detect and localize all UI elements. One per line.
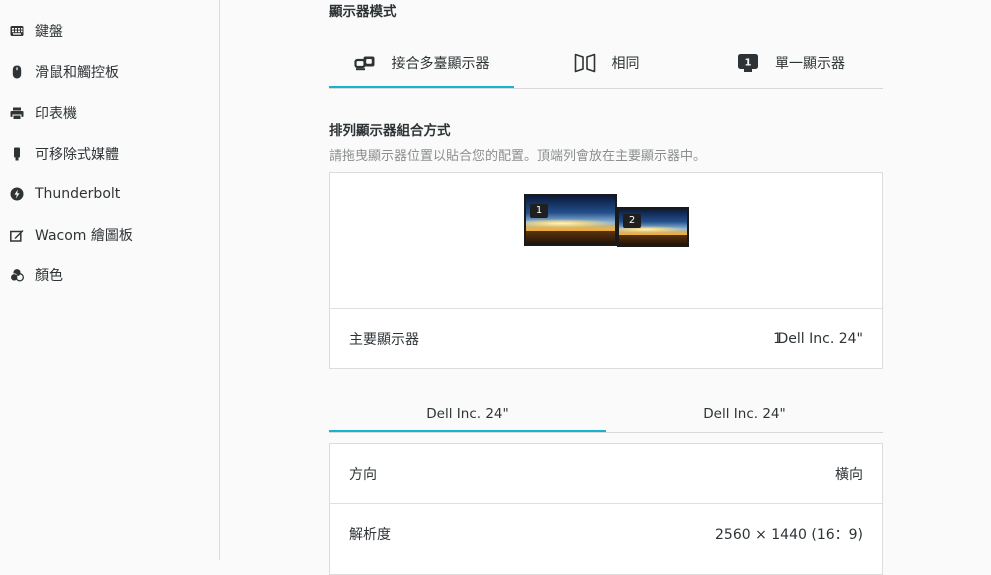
resolution-value: 2560 × 1440 (16：9) [715, 526, 863, 543]
arrange-displays-frame: 1 2 主要顯示器 1 Dell Inc. 24" [329, 172, 883, 369]
orientation-row[interactable]: 方向 橫向 [330, 444, 882, 503]
join-displays-icon [353, 55, 376, 71]
display-mode-tabs: 接合多臺顯示器 相同 1 單一顯示器 [329, 38, 883, 89]
sidebar-item-thunderbolt[interactable]: Thunderbolt [0, 174, 219, 214]
primary-display-label: 主要顯示器 [349, 331, 419, 348]
tab-display-1[interactable]: Dell Inc. 24" [329, 397, 606, 432]
arrange-subtitle: 請拖曳顯示器位置以貼合您的配置。頂端列會放在主要顯示器中。 [329, 149, 707, 164]
tab-label: 接合多臺顯示器 [391, 55, 490, 72]
sidebar-item-label: 鍵盤 [35, 24, 63, 40]
sidebar-item-label: Thunderbolt [35, 186, 121, 202]
display-arrangement-canvas: 1 2 [330, 173, 882, 309]
sidebar-item-label: 顏色 [35, 268, 63, 284]
sidebar-item-printers[interactable]: 印表機 [0, 93, 219, 133]
orientation-label: 方向 [349, 466, 377, 483]
primary-display-value: Dell Inc. 24" [777, 330, 863, 347]
sidebar-item-color[interactable]: 顏色 [0, 255, 219, 295]
display-mode-title: 顯示器模式 [329, 4, 397, 20]
sidebar-item-wacom-tablet[interactable]: Wacom 繪圖板 [0, 215, 219, 255]
mirror-icon [574, 53, 596, 73]
resolution-label: 解析度 [349, 526, 391, 543]
tab-label: 單一顯示器 [775, 55, 845, 72]
monitor-2-preview[interactable]: 2 [617, 207, 689, 247]
sidebar-item-label: Wacom 繪圖板 [35, 228, 133, 244]
primary-display-row[interactable]: 主要顯示器 1 Dell Inc. 24" [330, 309, 882, 368]
sidebar-item-mouse-touchpad[interactable]: 滑鼠和觸控板 [0, 52, 219, 92]
display-settings-frame: 方向 橫向 解析度 2560 × 1440 (16：9) [329, 443, 883, 575]
thunderbolt-icon [10, 187, 24, 201]
printer-icon [10, 106, 24, 120]
tab-label: 相同 [611, 55, 640, 72]
tab-display-2[interactable]: Dell Inc. 24" [606, 397, 883, 431]
orientation-value: 橫向 [835, 466, 863, 483]
display-selector-tabs: Dell Inc. 24" Dell Inc. 24" [329, 397, 883, 433]
monitor-number-badge: 1 [530, 204, 548, 218]
sidebar: 鍵盤 滑鼠和觸控板 印表機 可移除式媒體 Thunderbolt Wacom 繪… [0, 0, 220, 560]
sidebar-item-label: 印表機 [35, 106, 77, 122]
sidebar-item-keyboard[interactable]: 鍵盤 [0, 11, 219, 51]
tab-mirror[interactable]: 相同 [514, 38, 699, 87]
tab-single-display[interactable]: 1 單一顯示器 [699, 38, 883, 87]
monitor-1-preview[interactable]: 1 [524, 194, 617, 246]
main-panel: 顯示器模式 接合多臺顯示器 相同 1 單一顯示器 排列顯示器組合方式 請拖曳顯示… [220, 0, 991, 575]
color-icon [10, 268, 24, 282]
sidebar-item-label: 滑鼠和觸控板 [35, 65, 119, 81]
sidebar-item-label: 可移除式媒體 [35, 147, 119, 163]
arrange-title: 排列顯示器組合方式 [329, 123, 451, 139]
wacom-tablet-icon [10, 228, 24, 242]
resolution-row[interactable]: 解析度 2560 × 1440 (16：9) [330, 503, 882, 563]
removable-media-icon [10, 147, 24, 161]
mouse-icon [10, 65, 24, 79]
single-display-icon: 1 [737, 53, 759, 73]
monitor-number-badge: 2 [623, 214, 641, 228]
sidebar-item-removable-media[interactable]: 可移除式媒體 [0, 134, 219, 174]
svg-text:1: 1 [745, 57, 752, 68]
tab-join-displays[interactable]: 接合多臺顯示器 [329, 38, 514, 88]
keyboard-icon [10, 24, 24, 38]
